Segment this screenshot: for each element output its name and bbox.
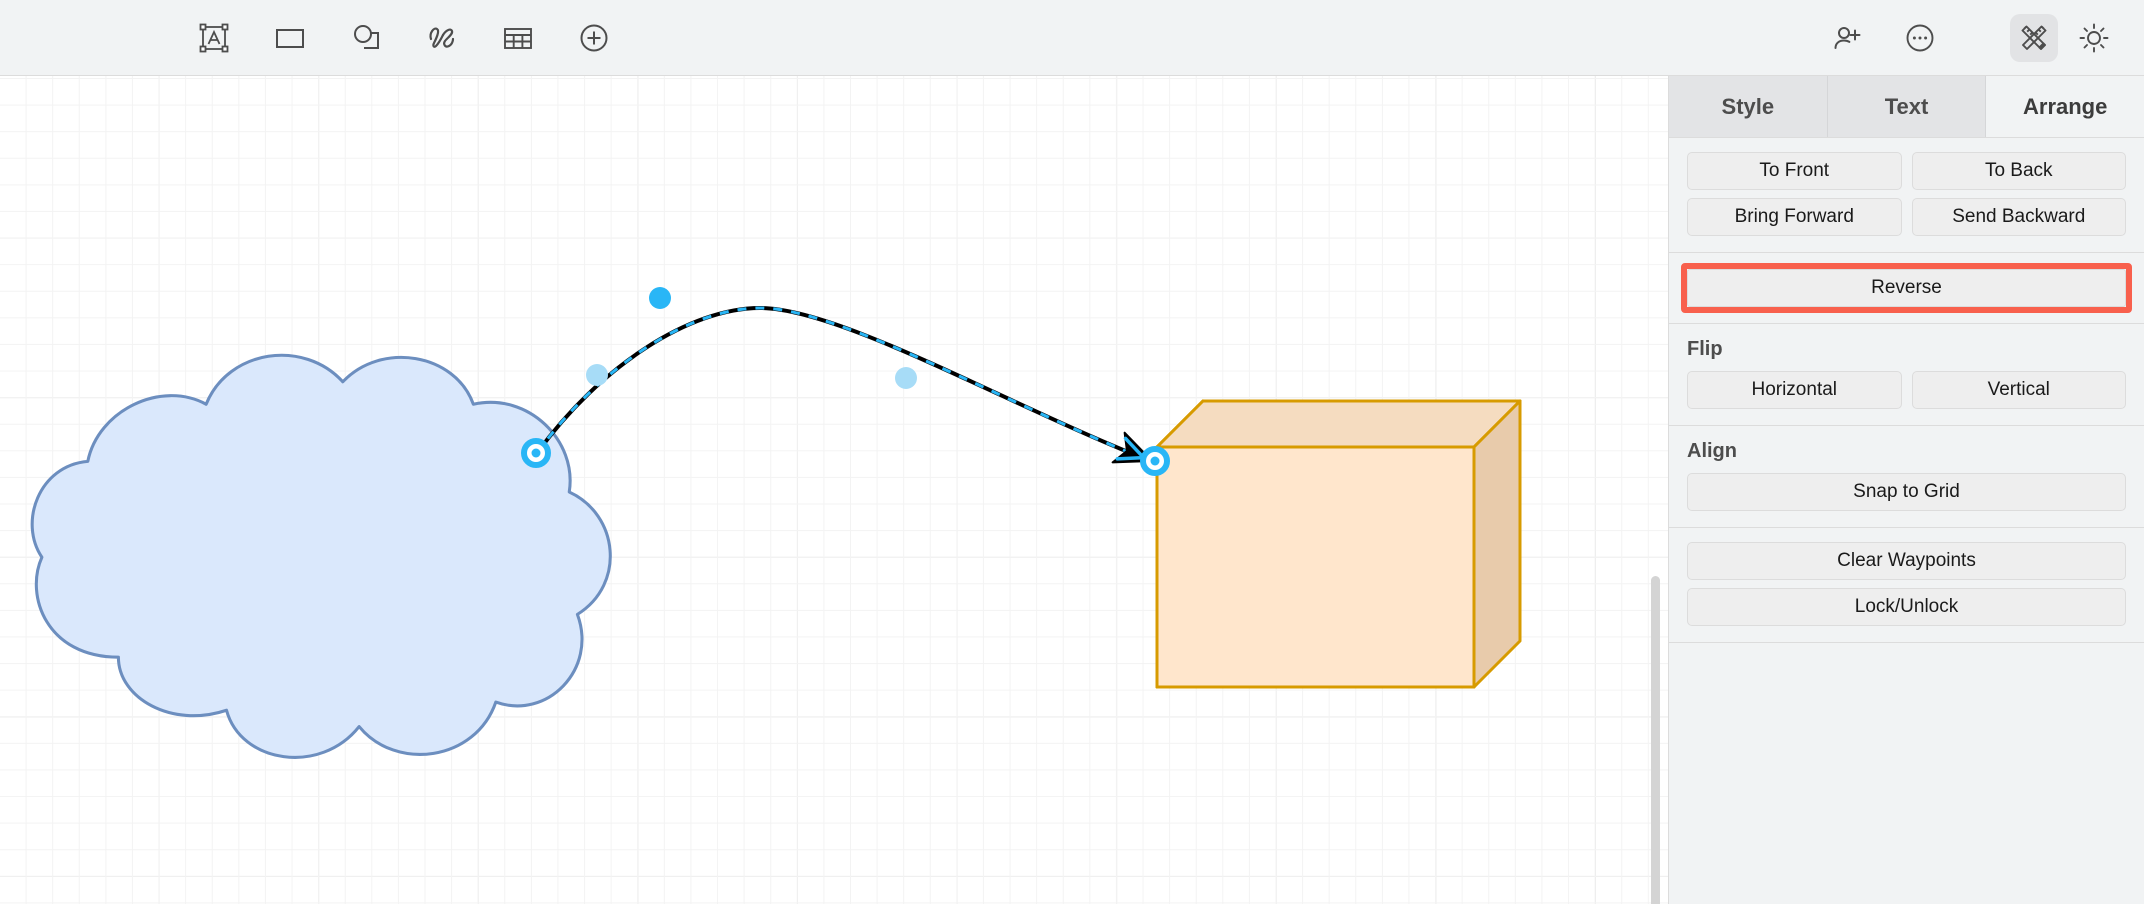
freehand-tool-button[interactable] [418,14,466,62]
reverse-highlight-ring: Reverse [1681,263,2132,313]
edge-selection-outline [537,308,1148,460]
shapes-icon [349,21,383,55]
table-tool-button[interactable] [494,14,542,62]
cube-front-face [1157,447,1474,687]
edge-virtual-bend-handle-1[interactable] [586,364,608,386]
flip-row: Horizontal Vertical [1687,371,2126,409]
sun-icon [2077,21,2111,55]
clear-waypoints-button[interactable]: Clear Waypoints [1687,542,2126,580]
panel-filler [1669,642,2144,904]
lock-unlock-button[interactable]: Lock/Unlock [1687,588,2126,626]
flip-section-title: Flip [1687,338,2126,361]
more-options-button[interactable] [1896,14,1944,62]
canvas-drawing-layer [0,76,1668,904]
reverse-button[interactable]: Reverse [1687,269,2126,307]
text-box-icon [197,21,231,55]
reverse-section: Reverse [1669,253,2144,324]
rectangle-tool-button[interactable] [266,14,314,62]
tab-arrange[interactable]: Arrange [1986,76,2144,137]
rectangle-icon [273,21,307,55]
snap-to-grid-button[interactable]: Snap to Grid [1687,473,2126,511]
send-backward-button[interactable]: Send Backward [1912,198,2127,236]
reverse-row: Reverse [1687,269,2126,307]
text-tool-button[interactable] [190,14,238,62]
diagram-canvas[interactable] [0,76,1668,904]
format-panel-tabs: Style Text Arrange [1669,76,2144,138]
toolbar-panel-tools [2010,14,2118,62]
align-row: Snap to Grid [1687,473,2126,511]
toolbar-collab-tools [1824,14,1944,62]
share-button[interactable] [1824,14,1872,62]
toolbar-shape-tools [190,14,618,62]
add-shape-button[interactable] [570,14,618,62]
edge-options-section: Clear Waypoints Lock/Unlock [1669,528,2144,642]
format-panel: Style Text Arrange To Front To Back Brin… [1668,76,2144,904]
bring-forward-button[interactable]: Bring Forward [1687,198,1902,236]
to-back-button[interactable]: To Back [1912,152,2127,190]
to-front-button[interactable]: To Front [1687,152,1902,190]
canvas-vertical-scrollbar[interactable] [1651,576,1660,904]
cube-shape[interactable] [1157,401,1520,687]
curved-arrow-edge[interactable] [537,308,1158,476]
cube-right-face [1474,401,1520,687]
edge-endpoint-handles[interactable] [522,439,1169,475]
order-row-2: Bring Forward Send Backward [1687,198,2126,236]
align-section-title: Align [1687,440,2126,463]
cloud-shape[interactable] [32,355,610,757]
shape-tool-button[interactable] [342,14,390,62]
top-toolbar [0,0,2144,76]
theme-toggle-button[interactable] [2070,14,2118,62]
editor-main: Style Text Arrange To Front To Back Brin… [0,76,2144,904]
flip-vertical-button[interactable]: Vertical [1912,371,2127,409]
tab-style[interactable]: Style [1669,76,1828,137]
flip-horizontal-button[interactable]: Horizontal [1687,371,1902,409]
clear-waypoints-row: Clear Waypoints [1687,542,2126,580]
pencil-ruler-icon [2017,21,2051,55]
scribble-icon [425,21,459,55]
diagram-editor-window: Style Text Arrange To Front To Back Brin… [0,0,2144,904]
align-section: Align Snap to Grid [1669,426,2144,528]
edge-target-handle-dot [1151,457,1160,466]
edge-virtual-bend-handle-2[interactable] [895,367,917,389]
order-row-1: To Front To Back [1687,152,2126,190]
cube-top-face-2 [1157,401,1520,447]
order-section: To Front To Back Bring Forward Send Back… [1669,138,2144,253]
table-icon [501,21,535,55]
flip-section: Flip Horizontal Vertical [1669,324,2144,426]
tab-text[interactable]: Text [1828,76,1987,137]
edge-source-handle-dot [532,449,541,458]
plus-circle-icon [577,21,611,55]
lock-unlock-row: Lock/Unlock [1687,588,2126,626]
person-plus-icon [1831,21,1865,55]
format-panel-toggle-button[interactable] [2010,14,2058,62]
edge-waypoint-handle[interactable] [649,287,671,309]
ellipsis-circle-icon [1903,21,1937,55]
